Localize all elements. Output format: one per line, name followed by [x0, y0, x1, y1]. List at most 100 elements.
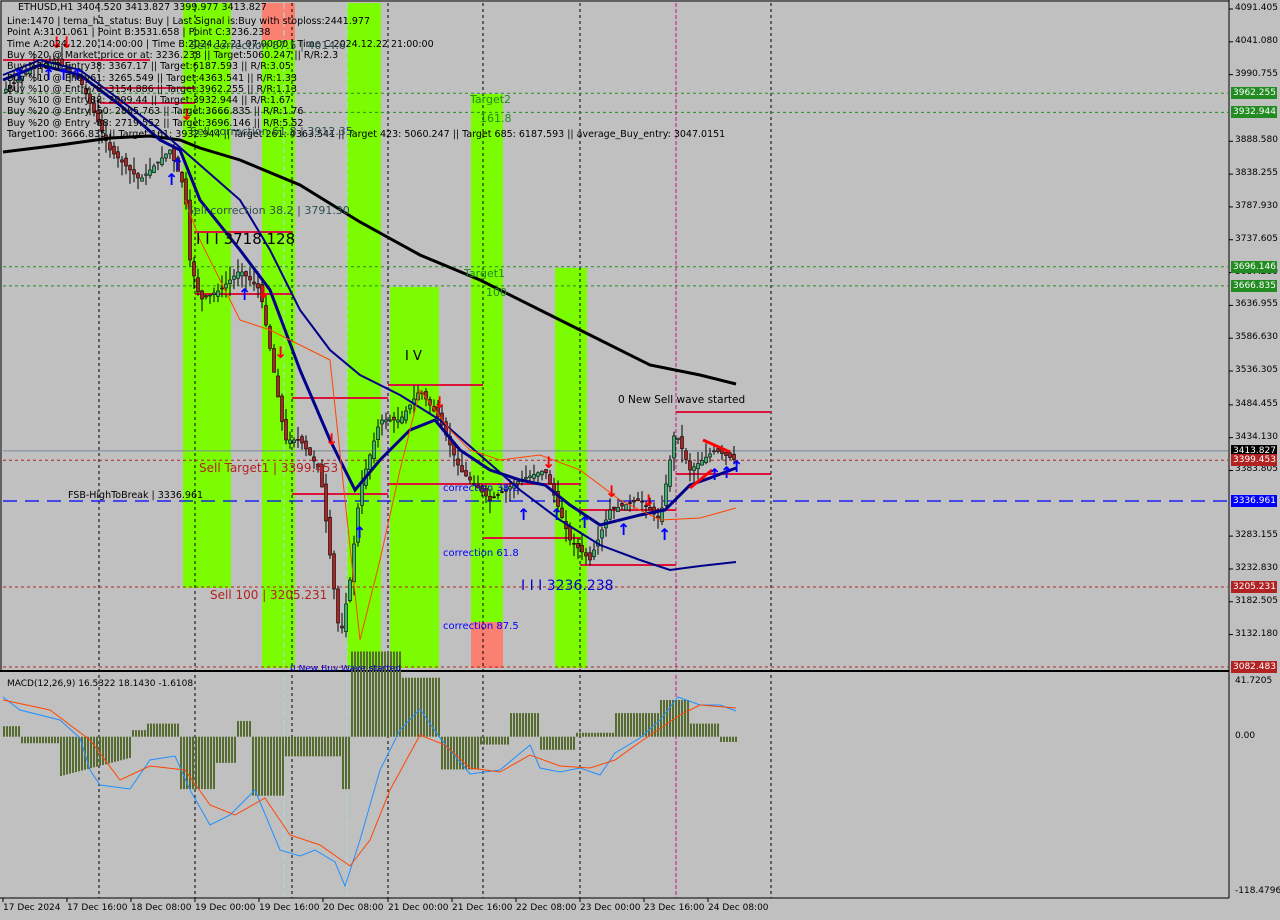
macd-histogram-bar [222, 736, 224, 763]
macd-histogram-bar [495, 736, 497, 745]
macd-histogram-bar [108, 736, 110, 764]
macd-histogram-bar [528, 713, 530, 737]
candle-body [168, 149, 172, 155]
candle-body [376, 426, 380, 440]
candle-body [616, 507, 620, 512]
price-tick-label: 3182.505 [1235, 595, 1278, 606]
macd-histogram-bar [129, 736, 131, 758]
candle-body [120, 159, 124, 163]
macd-histogram-bar [501, 736, 503, 745]
macd-histogram-bar [624, 713, 626, 737]
candle-body [628, 502, 632, 504]
macd-histogram-bar [48, 736, 50, 744]
correction-875-label: correction 87.5 [443, 621, 519, 632]
candle-body [548, 474, 552, 485]
candle-body [336, 588, 340, 624]
macd-histogram-bar [219, 736, 221, 763]
candle-body [112, 145, 116, 155]
macd-histogram-bar [3, 726, 5, 737]
macd-histogram-bar [177, 723, 179, 737]
price-tick-label: 3484.455 [1235, 398, 1278, 409]
candle-body [344, 603, 348, 632]
macd-histogram-bar [702, 723, 704, 737]
macd-histogram-bar [15, 726, 17, 737]
macd-histogram-bar [711, 723, 713, 737]
time-tick-label: 18 Dec 08:00 [131, 903, 192, 913]
macd-histogram-bar [183, 736, 185, 790]
candle-body [232, 275, 236, 280]
candle-body [572, 542, 576, 545]
candle-body [160, 157, 164, 165]
info-panel-line: Buy %10 @ Entry78: 3154.886 || Target:39… [7, 83, 298, 95]
candle-body [200, 290, 204, 300]
price-level-badge: 3399.453 [1231, 454, 1277, 467]
macd-histogram-bar [111, 736, 113, 763]
price-tick-label: 3536.305 [1235, 365, 1278, 376]
wave-iv-label: I V [405, 349, 422, 364]
macd-histogram-bar [57, 736, 59, 744]
wave-iii-high-label: I I I 3718.128 [196, 230, 296, 248]
macd-histogram-bar [117, 736, 119, 762]
macd-histogram-bar [6, 726, 8, 737]
macd-histogram-bar [213, 736, 215, 790]
sell-target1-label: Sell Target1 | 3399.453 [199, 461, 339, 475]
macd-histogram-bar [438, 677, 440, 737]
macd-histogram-bar [147, 723, 149, 737]
candle-body [148, 169, 152, 176]
correction-618-label: correction 61.8 [443, 548, 519, 559]
macd-histogram-bar [471, 736, 473, 770]
macd-histogram-bar [606, 732, 608, 737]
macd-histogram-bar [228, 736, 230, 763]
candle-body [716, 448, 720, 452]
macd-histogram-bar [633, 713, 635, 737]
price-tick-label: 3434.130 [1235, 431, 1278, 442]
candle-body [468, 476, 472, 481]
candle-body [724, 451, 728, 456]
macd-histogram-bar [546, 736, 548, 750]
sell-arrow-icon: ↓ [433, 393, 446, 412]
macd-histogram-bar [93, 736, 95, 768]
macd-histogram-bar [459, 736, 461, 770]
macd-histogram-bar [36, 736, 38, 744]
macd-tick-label: 0.00 [1235, 730, 1256, 741]
macd-histogram-bar [327, 736, 329, 757]
macd-histogram-bar [726, 736, 728, 742]
macd-histogram-bar [273, 736, 275, 796]
macd-histogram-bar [345, 736, 347, 790]
candle-body [528, 475, 532, 478]
macd-histogram-bar [417, 677, 419, 737]
candle-body [152, 165, 156, 173]
macd-histogram-bar [144, 730, 146, 737]
candle-body [196, 277, 200, 293]
sell-correction-875-label: Sell correction 87.5 | 4014.6 [190, 39, 346, 52]
macd-histogram-bar [204, 736, 206, 790]
candle-body [108, 142, 112, 151]
info-panel-line: Target100: 3666.835 || Target 161: 3932.… [7, 129, 726, 140]
candle-body [216, 290, 220, 297]
info-panel-line: Buy %10 @ Entry88: 2999.44 || Target:393… [7, 95, 291, 107]
macd-histogram-bar [720, 736, 722, 742]
candle-body [372, 440, 376, 459]
sell-correction-618-label: Sell correction 61.8 | 3912.35 [190, 125, 353, 138]
candle-body [224, 283, 228, 289]
candle-body [240, 271, 244, 277]
candle-body [156, 161, 160, 164]
macd-histogram-bar [474, 736, 476, 770]
info-panel-line: Buy %20 @ Entry -50: 2885.763 || Target:… [7, 106, 304, 118]
macd-histogram-bar [429, 677, 431, 737]
macd-histogram-bar [519, 713, 521, 737]
time-tick-label: 21 Dec 00:00 [388, 903, 449, 913]
macd-histogram-bar [666, 699, 668, 737]
candle-body [568, 526, 572, 541]
candle-body [380, 419, 384, 425]
macd-histogram-bar [558, 736, 560, 750]
macd-histogram-bar [504, 736, 506, 745]
price-level-badge: 3205.231 [1231, 580, 1277, 593]
macd-histogram-bar [582, 732, 584, 737]
macd-histogram-bar [237, 720, 239, 737]
macd-histogram-bar [285, 736, 287, 757]
zone-band [390, 287, 439, 668]
candle-body [300, 436, 304, 444]
target1-level-label: 100 [486, 286, 507, 299]
macd-histogram-bar [657, 713, 659, 737]
